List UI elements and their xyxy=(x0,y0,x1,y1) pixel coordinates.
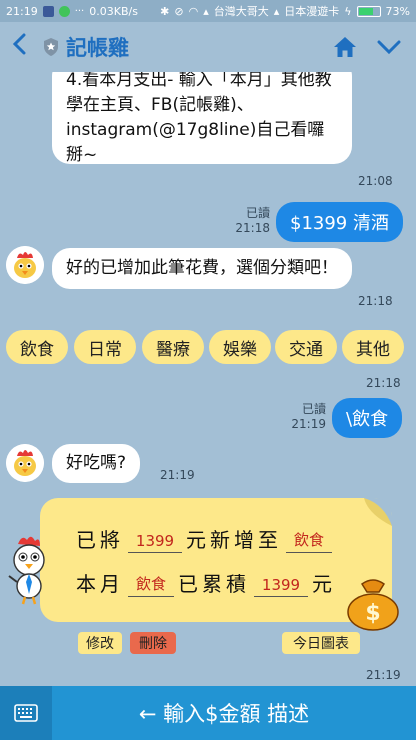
user-message-bubble: $1399 清酒 xyxy=(276,202,403,242)
card-row-added: 已將 1399 元新增至 飲食 xyxy=(76,524,336,553)
keyboard-icon xyxy=(14,704,38,722)
bot-message-bubble: 好吃嗎? xyxy=(52,444,141,483)
chat-title: 記帳雞 xyxy=(66,36,129,60)
bot-avatar[interactable] xyxy=(6,444,44,482)
more-dots-icon: ··· xyxy=(74,5,85,17)
bot-message-bubble: 好的已增加此筆花費，選個分類吧！ xyxy=(52,248,352,289)
svg-text:$: $ xyxy=(365,601,380,626)
bot-message-text: 好的已增加此筆花費，選個分類吧！ xyxy=(66,258,338,278)
today-chart-button[interactable]: 今日圖表 xyxy=(282,632,360,654)
rich-menu-label[interactable]: ← 輸入$金額 描述 xyxy=(52,698,416,728)
read-receipt: 已讀 21:19 xyxy=(291,402,326,431)
category-chip-entertainment[interactable]: 娛樂 xyxy=(209,330,271,364)
bottom-input-bar[interactable]: ← 輸入$金額 描述 xyxy=(0,686,416,740)
message-time: 21:19 xyxy=(366,668,401,682)
message-time: 21:18 xyxy=(366,376,401,390)
delete-button[interactable]: 刪除 xyxy=(130,632,176,654)
signal-icon-2: ▴ xyxy=(273,4,280,18)
keyboard-toggle-button[interactable] xyxy=(0,686,52,740)
message-time: 21:18 xyxy=(358,294,393,308)
facebook-icon xyxy=(42,5,54,17)
money-bag-icon: $ xyxy=(347,579,399,631)
carrier-2: 日本漫遊卡 xyxy=(284,5,340,18)
total-amount-value: 1399 xyxy=(254,576,308,597)
carrier-1: 台灣大哥大 xyxy=(213,5,269,18)
mute-icon: ⊘ xyxy=(174,4,184,18)
wifi-icon: ◠ xyxy=(188,4,199,18)
read-receipt: 已讀 21:18 xyxy=(235,206,270,235)
home-icon[interactable] xyxy=(332,34,358,60)
chat-area[interactable]: 4.看本月支出- 輸入「本月」其他教學在主頁、FB(記帳雞)、instagram… xyxy=(0,72,416,686)
line-icon xyxy=(58,5,70,17)
chat-header: 記帳雞 xyxy=(0,22,416,72)
chicken-avatar-icon xyxy=(6,246,44,284)
category-value: 飲食 xyxy=(128,573,174,597)
page-fold-icon xyxy=(364,498,392,526)
user-message-bubble: \飲食 xyxy=(332,398,403,438)
category-chip-food[interactable]: 飲食 xyxy=(6,330,68,364)
signal-icon: ▴ xyxy=(203,4,209,18)
message-bubble-intro: 4.看本月支出- 輸入「本月」其他教學在主頁、FB(記帳雞)、instagram… xyxy=(52,72,352,165)
back-button[interactable] xyxy=(0,32,40,62)
charging-icon: ϟ xyxy=(344,4,352,18)
message-time: 21:19 xyxy=(160,468,195,482)
category-value: 飲食 xyxy=(286,529,332,553)
chicken-mascot-icon xyxy=(8,536,45,605)
network-speed: 0.03KB/s xyxy=(89,4,138,18)
bot-message-text: 好吃嗎? xyxy=(66,453,127,473)
status-bar: 21:19 ··· 0.03KB/s ✱ ⊘ ◠ ▴ 台灣大哥大 ▴ 日本漫遊卡… xyxy=(0,0,416,22)
category-chip-daily[interactable]: 日常 xyxy=(74,330,136,364)
amount-value: 1399 xyxy=(128,532,182,553)
bot-avatar[interactable] xyxy=(6,246,44,284)
category-chip-transport[interactable]: 交通 xyxy=(275,330,337,364)
card-row-total: 本月 飲食 已累積 1399 元 xyxy=(76,572,336,597)
status-time: 21:19 xyxy=(6,4,38,18)
message-time: 21:08 xyxy=(358,174,393,188)
category-chip-other[interactable]: 其他 xyxy=(342,330,404,364)
expense-summary-card: 已將 1399 元新增至 飲食 本月 飲食 已累積 1399 元 xyxy=(40,498,392,622)
back-arrow-icon xyxy=(12,33,26,55)
intro-text: 4.看本月支出- 輸入「本月」其他教學在主頁、FB(記帳雞)、instagram… xyxy=(66,72,332,165)
chicken-avatar-icon xyxy=(6,444,44,482)
category-chip-medical[interactable]: 醫療 xyxy=(142,330,204,364)
edit-button[interactable]: 修改 xyxy=(78,632,122,654)
battery-percent: 73% xyxy=(385,4,410,18)
battery-icon xyxy=(356,5,381,17)
official-shield-icon xyxy=(44,38,58,56)
bluetooth-icon: ✱ xyxy=(160,4,170,18)
chevron-down-icon[interactable] xyxy=(376,36,402,58)
